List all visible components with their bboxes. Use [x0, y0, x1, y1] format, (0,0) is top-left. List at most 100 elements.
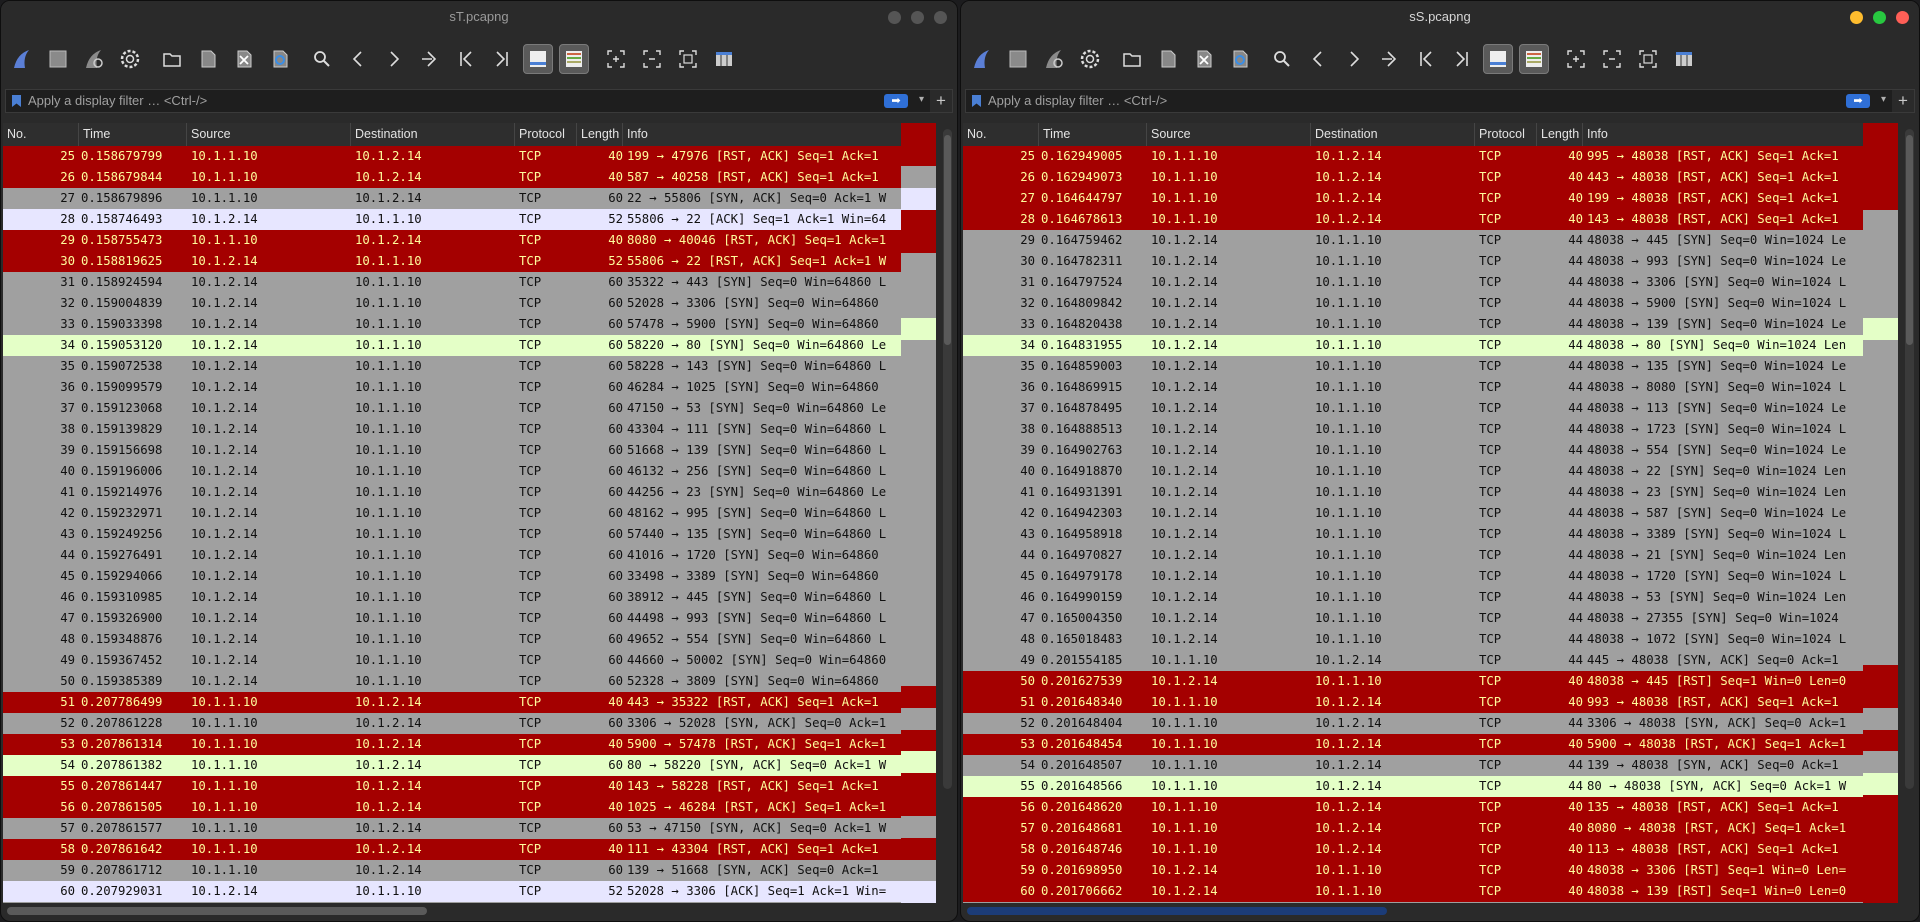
packet-row[interactable]: 56 0.201648620 10.1.1.10 10.1.2.14 TCP 40 135 …: [963, 797, 1863, 818]
resize-columns-icon[interactable]: [709, 44, 739, 74]
packet-row[interactable]: 52 0.207861228 10.1.1.10 10.1.2.14 TCP 60 3306…: [3, 713, 901, 734]
packet-row[interactable]: 59 0.207861712 10.1.1.10 10.1.2.14 TCP 60 139 …: [3, 860, 901, 881]
go-to-packet-icon[interactable]: [1375, 44, 1405, 74]
open-file-icon[interactable]: [1117, 44, 1147, 74]
apply-filter-button[interactable]: ➡: [1846, 94, 1870, 108]
add-filter-button[interactable]: +: [930, 90, 952, 112]
go-back-icon[interactable]: [1303, 44, 1333, 74]
packet-row[interactable]: 54 0.207861382 10.1.1.10 10.1.2.14 TCP 60 80 →…: [3, 755, 901, 776]
bookmark-icon[interactable]: [972, 95, 981, 107]
packet-row[interactable]: 58 0.207861642 10.1.1.10 10.1.2.14 TCP 40 111 …: [3, 839, 901, 860]
column-source[interactable]: Source: [1147, 123, 1311, 146]
capture-options-icon[interactable]: [1075, 44, 1105, 74]
packet-row[interactable]: 42 0.159232971 10.1.2.14 10.1.1.10 TCP 60 4816…: [3, 503, 901, 524]
packet-row[interactable]: 31 0.158924594 10.1.2.14 10.1.1.10 TCP 60 3532…: [3, 272, 901, 293]
packet-row[interactable]: 34 0.164831955 10.1.2.14 10.1.1.10 TCP 44 4803…: [963, 335, 1863, 356]
packet-row[interactable]: 30 0.164782311 10.1.2.14 10.1.1.10 TCP 44 4803…: [963, 251, 1863, 272]
stop-capture-icon[interactable]: [43, 44, 73, 74]
capture-options-icon[interactable]: [115, 44, 145, 74]
go-to-packet-icon[interactable]: [415, 44, 445, 74]
find-packet-icon[interactable]: [307, 44, 337, 74]
packet-row[interactable]: 43 0.164958918 10.1.2.14 10.1.1.10 TCP 44 4803…: [963, 524, 1863, 545]
packet-row[interactable]: 45 0.159294066 10.1.2.14 10.1.1.10 TCP 60 3349…: [3, 566, 901, 587]
packet-row[interactable]: 48 0.159348876 10.1.2.14 10.1.1.10 TCP 60 4965…: [3, 629, 901, 650]
packet-row[interactable]: 45 0.164979178 10.1.2.14 10.1.1.10 TCP 44 4803…: [963, 566, 1863, 587]
packet-row[interactable]: 60 0.207929031 10.1.2.14 10.1.1.10 TCP 52 5202…: [3, 881, 901, 902]
packet-row[interactable]: 57 0.201648681 10.1.1.10 10.1.2.14 TCP 40 8080…: [963, 818, 1863, 839]
normal-size-icon[interactable]: [1633, 44, 1663, 74]
column-info[interactable]: Info: [1583, 123, 1898, 146]
first-packet-icon[interactable]: [451, 44, 481, 74]
packet-row[interactable]: 33 0.159033398 10.1.2.14 10.1.1.10 TCP 60 5747…: [3, 314, 901, 335]
packet-row[interactable]: 59 0.201698950 10.1.2.14 10.1.1.10 TCP 40 4803…: [963, 860, 1863, 881]
packet-row[interactable]: 34 0.159053120 10.1.2.14 10.1.1.10 TCP 60 5822…: [3, 335, 901, 356]
save-file-icon[interactable]: [1153, 44, 1183, 74]
packet-row[interactable]: 39 0.164902763 10.1.2.14 10.1.1.10 TCP 44 4803…: [963, 440, 1863, 461]
colorize-icon[interactable]: [559, 44, 589, 74]
packet-row[interactable]: 26 0.158679844 10.1.1.10 10.1.2.14 TCP 40 587 …: [3, 167, 901, 188]
go-back-icon[interactable]: [343, 44, 373, 74]
zoom-in-icon[interactable]: [601, 44, 631, 74]
packet-row[interactable]: 47 0.165004350 10.1.2.14 10.1.1.10 TCP 44 4803…: [963, 608, 1863, 629]
packet-row[interactable]: 50 0.159385389 10.1.2.14 10.1.1.10 TCP 60 5232…: [3, 671, 901, 692]
packet-row[interactable]: 38 0.164888513 10.1.2.14 10.1.1.10 TCP 44 4803…: [963, 419, 1863, 440]
colorize-icon[interactable]: [1519, 44, 1549, 74]
packet-row[interactable]: 27 0.158679896 10.1.1.10 10.1.2.14 TCP 60 22 →…: [3, 188, 901, 209]
packet-row[interactable]: 33 0.164820438 10.1.2.14 10.1.1.10 TCP 44 4803…: [963, 314, 1863, 335]
autoscroll-icon[interactable]: [1483, 44, 1513, 74]
packet-row[interactable]: 60 0.201706662 10.1.2.14 10.1.1.10 TCP 40 4803…: [963, 881, 1863, 902]
right-packet-minimap[interactable]: [1863, 123, 1898, 903]
packet-row[interactable]: 49 0.159367452 10.1.2.14 10.1.1.10 TCP 60 4466…: [3, 650, 901, 671]
packet-row[interactable]: 37 0.159123068 10.1.2.14 10.1.1.10 TCP 60 4715…: [3, 398, 901, 419]
apply-filter-button[interactable]: ➡: [884, 94, 908, 108]
column-protocol[interactable]: Protocol: [1475, 123, 1537, 146]
minimize-button[interactable]: [1850, 11, 1863, 24]
packet-row[interactable]: 54 0.201648507 10.1.1.10 10.1.2.14 TCP 44 139 …: [963, 755, 1863, 776]
packet-row[interactable]: 41 0.164931391 10.1.2.14 10.1.1.10 TCP 44 4803…: [963, 482, 1863, 503]
normal-size-icon[interactable]: [673, 44, 703, 74]
packet-row[interactable]: 53 0.201648454 10.1.1.10 10.1.2.14 TCP 40 5900…: [963, 734, 1863, 755]
column-time[interactable]: Time: [79, 123, 187, 146]
first-packet-icon[interactable]: [1411, 44, 1441, 74]
packet-row[interactable]: 40 0.164918870 10.1.2.14 10.1.1.10 TCP 44 4803…: [963, 461, 1863, 482]
packet-row[interactable]: 46 0.164990159 10.1.2.14 10.1.1.10 TCP 44 4803…: [963, 587, 1863, 608]
close-button[interactable]: [1896, 11, 1909, 24]
left-scroll-thumb[interactable]: [944, 135, 951, 345]
column-no[interactable]: No.: [963, 123, 1039, 146]
last-packet-icon[interactable]: [487, 44, 517, 74]
packet-row[interactable]: 39 0.159156698 10.1.2.14 10.1.1.10 TCP 60 5166…: [3, 440, 901, 461]
last-packet-icon[interactable]: [1447, 44, 1477, 74]
packet-row[interactable]: 55 0.207861447 10.1.1.10 10.1.2.14 TCP 40 143 …: [3, 776, 901, 797]
packet-row[interactable]: 47 0.159326900 10.1.2.14 10.1.1.10 TCP 60 4449…: [3, 608, 901, 629]
autoscroll-icon[interactable]: [523, 44, 553, 74]
left-packet-minimap[interactable]: [901, 123, 936, 903]
packet-row[interactable]: 51 0.201648340 10.1.1.10 10.1.2.14 TCP 40 993 …: [963, 692, 1863, 713]
packet-row[interactable]: 27 0.164644797 10.1.1.10 10.1.2.14 TCP 40 199 …: [963, 188, 1863, 209]
restart-capture-icon[interactable]: [79, 44, 109, 74]
restart-capture-icon[interactable]: [1039, 44, 1069, 74]
packet-row[interactable]: 36 0.159099579 10.1.2.14 10.1.1.10 TCP 60 4628…: [3, 377, 901, 398]
save-file-icon[interactable]: [193, 44, 223, 74]
packet-row[interactable]: 55 0.201648566 10.1.1.10 10.1.2.14 TCP 44 80 →…: [963, 776, 1863, 797]
packet-row[interactable]: 52 0.201648404 10.1.1.10 10.1.2.14 TCP 44 3306…: [963, 713, 1863, 734]
packet-row[interactable]: 44 0.164970827 10.1.2.14 10.1.1.10 TCP 44 4803…: [963, 545, 1863, 566]
packet-row[interactable]: 43 0.159249256 10.1.2.14 10.1.1.10 TCP 60 5744…: [3, 524, 901, 545]
packet-row[interactable]: 49 0.201554185 10.1.1.10 10.1.2.14 TCP 44 445 …: [963, 650, 1863, 671]
column-length[interactable]: Length: [1537, 123, 1583, 146]
minimize-button[interactable]: [888, 11, 901, 24]
left-vertical-scrollbar[interactable]: [943, 129, 952, 789]
bookmark-icon[interactable]: [12, 95, 21, 107]
packet-row[interactable]: 46 0.159310985 10.1.2.14 10.1.1.10 TCP 60 3891…: [3, 587, 901, 608]
filter-history-dropdown-icon[interactable]: ▾: [919, 94, 924, 105]
packet-row[interactable]: 41 0.159214976 10.1.2.14 10.1.1.10 TCP 60 4425…: [3, 482, 901, 503]
packet-row[interactable]: 35 0.164859003 10.1.2.14 10.1.1.10 TCP 44 4803…: [963, 356, 1863, 377]
packet-row[interactable]: 31 0.164797524 10.1.2.14 10.1.1.10 TCP 44 4803…: [963, 272, 1863, 293]
zoom-out-icon[interactable]: [637, 44, 667, 74]
column-destination[interactable]: Destination: [1311, 123, 1475, 146]
display-filter-input[interactable]: Apply a display filter … <Ctrl-/>: [28, 90, 882, 112]
zoom-button[interactable]: [1873, 11, 1886, 24]
reload-file-icon[interactable]: [1225, 44, 1255, 74]
go-forward-icon[interactable]: [379, 44, 409, 74]
display-filter-input[interactable]: Apply a display filter … <Ctrl-/>: [988, 90, 1844, 112]
right-vertical-scrollbar[interactable]: [1905, 129, 1914, 789]
